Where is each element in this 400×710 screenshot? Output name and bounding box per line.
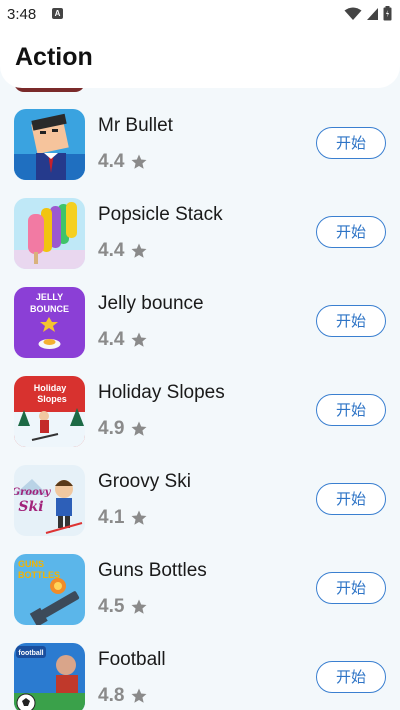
list-item[interactable]: Groovy Ski Groovy Ski 4.1 开始 [0,446,400,536]
star-icon [131,510,147,525]
groovy-ski-icon: Groovy Ski [14,465,85,536]
start-button[interactable]: 开始 [316,216,386,248]
game-name: Guns Bottles [98,560,207,581]
groovy-ski-icon-text-1: Groovy [14,487,52,498]
rating-value: 4.8 [98,685,125,706]
holiday-slopes-icon-text-1: Holiday [34,383,67,393]
game-name: Popsicle Stack [98,204,223,225]
list-item[interactable]: football Football 4.8 开始 [0,624,400,710]
jelly-bounce-icon: JELLY BOUNCE [14,287,85,358]
star-icon [131,154,147,169]
football-icon-text: football [18,650,43,657]
start-button[interactable]: 开始 [316,661,386,693]
rating: 4.4 [98,151,148,173]
game-list: Mr Bullet 4.4 开始 Popsicle Stack 4.4 开始 J… [0,90,400,710]
holiday-slopes-icon: Holiday Slopes [14,376,85,447]
start-button[interactable]: 开始 [316,483,386,515]
rating-value: 4.9 [98,418,125,439]
rating: 4.9 [98,418,148,440]
groovy-ski-icon-text-2: Ski [18,499,43,515]
game-name: Holiday Slopes [98,382,225,403]
jelly-bounce-icon-text-2: BOUNCE [30,304,69,314]
football-icon: football [14,643,85,710]
rating-value: 4.4 [98,151,125,172]
game-name: Mr Bullet [98,115,173,136]
star-icon [131,599,147,614]
game-name: Jelly bounce [98,293,204,314]
rating: 4.4 [98,240,148,262]
popsicle-stack-icon [14,198,85,269]
rating-value: 4.5 [98,596,125,617]
cell-signal-icon [367,7,378,20]
list-item[interactable]: GUNS BOTTLES Guns Bottles 4.5 开始 [0,535,400,625]
battery-icon [383,6,392,21]
game-name: Groovy Ski [98,471,191,492]
notification-app-icon: A [52,8,63,19]
start-button[interactable]: 开始 [316,305,386,337]
star-icon [131,332,147,347]
list-item[interactable]: Holiday Slopes Holiday Slopes 4.9 开始 [0,357,400,447]
start-button[interactable]: 开始 [316,127,386,159]
status-bar: 3:48 A [0,0,400,28]
rating: 4.1 [98,507,148,529]
rating: 4.8 [98,685,148,707]
wifi-icon [344,7,362,20]
status-icons [344,6,392,21]
list-item[interactable]: Mr Bullet 4.4 开始 [0,90,400,180]
start-button[interactable]: 开始 [316,394,386,426]
guns-bottles-icon-text-1: GUNS [18,559,44,569]
star-icon [131,421,147,436]
jelly-bounce-icon-text-1: JELLY [36,292,63,302]
status-time: 3:48 [7,6,37,23]
rating: 4.4 [98,329,148,351]
rating-value: 4.1 [98,507,125,528]
star-icon [131,688,147,703]
page-title: Action [15,43,93,71]
guns-bottles-icon: GUNS BOTTLES [14,554,85,625]
rating-value: 4.4 [98,240,125,261]
guns-bottles-icon-text-2: BOTTLES [18,570,60,580]
game-name: Football [98,649,166,670]
star-icon [131,243,147,258]
holiday-slopes-icon-text-2: Slopes [37,394,67,404]
rating: 4.5 [98,596,148,618]
app-header: Action [0,28,400,88]
start-button[interactable]: 开始 [316,572,386,604]
list-item[interactable]: Popsicle Stack 4.4 开始 [0,179,400,269]
mr-bullet-icon [14,109,85,180]
list-item[interactable]: JELLY BOUNCE Jelly bounce 4.4 开始 [0,268,400,358]
rating-value: 4.4 [98,329,125,350]
